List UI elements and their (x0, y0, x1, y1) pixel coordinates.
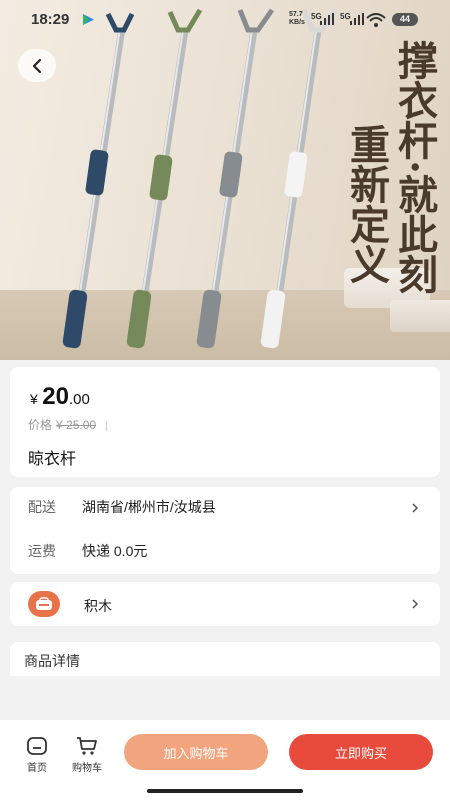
battery-icon: 44 (392, 13, 418, 26)
wifi-icon (366, 13, 386, 27)
bottom-action-bar: 首页 购物车 加入购物车 立即购买 (0, 720, 450, 800)
product-hero-image: 撑衣杆·就此刻 重新定义 (0, 0, 450, 360)
add-to-cart-button[interactable]: 加入购物车 (124, 734, 268, 770)
network-speed: 57.7 KB/s (289, 11, 305, 27)
pole-green (126, 8, 203, 349)
shipping-fee-label: 运费 (28, 543, 56, 559)
status-bar: 18:29 57.7 KB/s 5G 5G 44 (0, 0, 450, 38)
nav-home-label: 首页 (27, 763, 47, 774)
buy-now-button[interactable]: 立即购买 (289, 734, 433, 770)
shipping-fee-value: 快递 0.0元 (82, 543, 148, 559)
product-title: 晾衣杆 (28, 451, 77, 468)
chevron-right-icon (412, 503, 419, 513)
signal-1-icon (320, 13, 334, 25)
net-speed-value: 57.7 (289, 11, 303, 18)
signal-2-icon (350, 13, 364, 25)
shipping-card: 配送 湖南省/郴州市/汝城县 运费 快递 0.0元 (10, 487, 440, 574)
original-price: ¥ 25.00 (56, 418, 97, 432)
delivery-address: 湖南省/郴州市/汝城县 (82, 499, 216, 515)
hero-headline-2: 重新定义 (343, 124, 390, 284)
price-decimal: .00 (68, 391, 90, 408)
net-speed-unit: KB/s (289, 19, 305, 26)
nav-home[interactable]: 首页 (17, 736, 57, 774)
shop-row[interactable]: 积木 (10, 582, 440, 626)
pole-white (260, 8, 339, 349)
chevron-right-icon (412, 599, 419, 609)
cart-icon (77, 737, 97, 755)
price-integer: 20 (42, 383, 69, 410)
hero-headline-1: 撑衣杆·就此刻 (391, 40, 438, 294)
price-card: ¥ 20.00 价格 ¥ 25.00 晾衣杆 (10, 367, 440, 477)
shop-bag-icon (36, 597, 52, 610)
shop-name: 积木 (84, 598, 112, 614)
pole-gray (196, 8, 275, 349)
nav-cart-label: 购物车 (72, 763, 102, 774)
price-currency: ¥ (30, 391, 38, 407)
nav-cart[interactable]: 购物车 (67, 736, 107, 774)
details-title: 商品详情 (24, 653, 80, 669)
back-button[interactable] (18, 49, 56, 82)
status-time: 18:29 (31, 11, 70, 28)
play-store-icon (83, 14, 94, 25)
product-details-section: 商品详情 (10, 642, 440, 676)
home-indicator (147, 789, 303, 793)
pole-navy (62, 12, 135, 349)
original-price-label: 价格 (28, 418, 53, 432)
price-divider (106, 420, 108, 431)
current-price: ¥ 20.00 (30, 383, 90, 411)
chevron-left-icon (32, 58, 42, 73)
delivery-label: 配送 (28, 499, 56, 515)
shop-logo (28, 591, 60, 617)
original-price-row: 价格 ¥ 25.00 (28, 416, 108, 433)
home-icon (27, 737, 47, 755)
